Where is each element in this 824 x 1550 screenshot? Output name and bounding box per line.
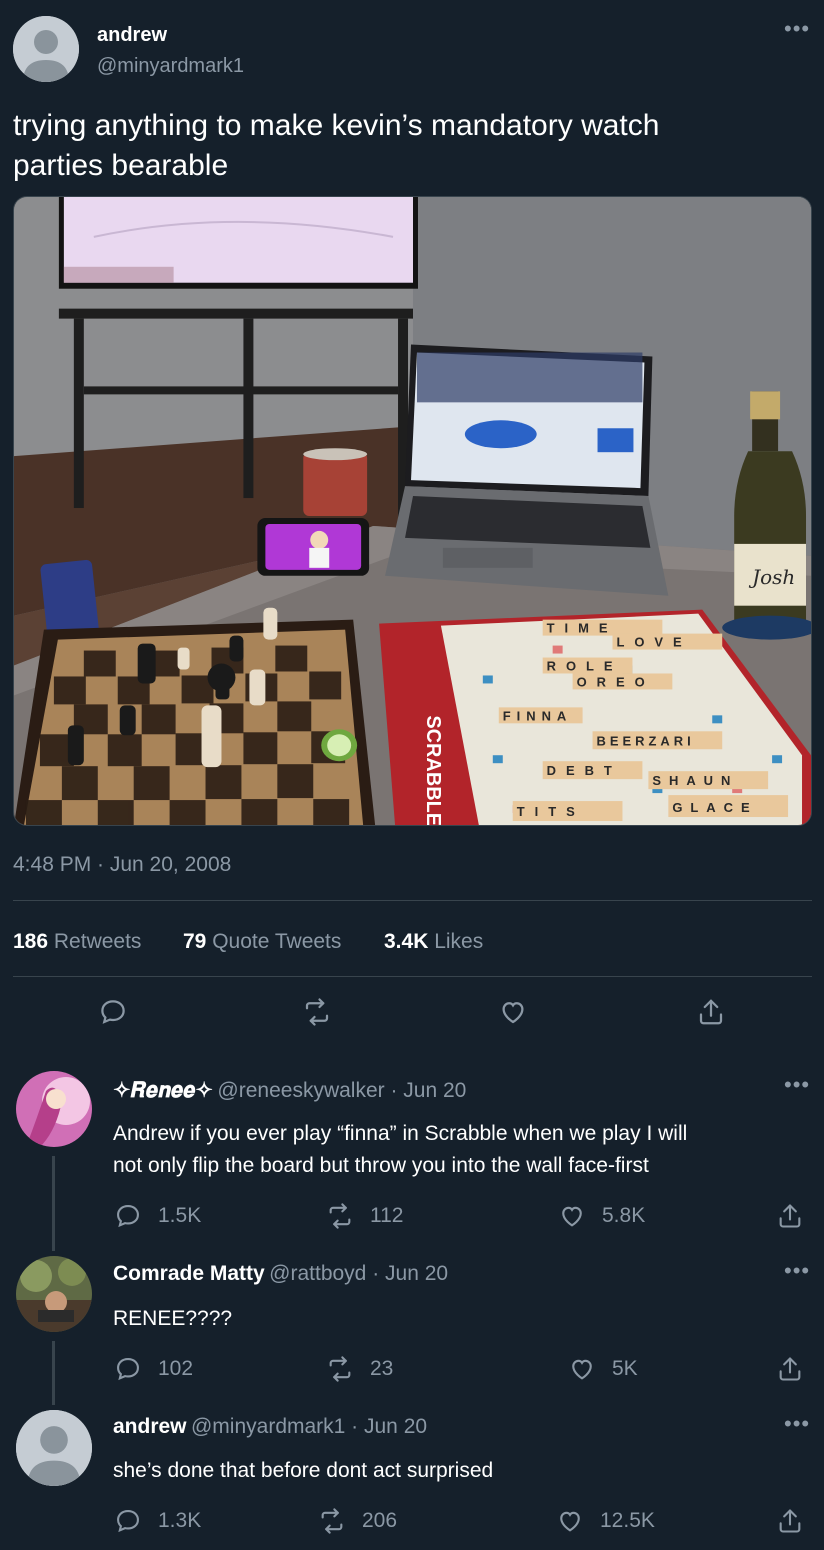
author-handle[interactable]: @minyardmark1 bbox=[97, 55, 244, 78]
reply-count: 1.3K bbox=[158, 1509, 202, 1532]
author-name[interactable]: andrew bbox=[97, 24, 167, 47]
tweet-photo[interactable]: Josh SCRABBLE TIME LOVE ROLE FINNA OREO … bbox=[13, 196, 812, 826]
more-dots-icon[interactable]: ••• bbox=[784, 1413, 810, 1435]
scrabble-word: TIME bbox=[547, 621, 618, 636]
quote-tweets-label: Quote Tweets bbox=[212, 930, 342, 953]
reply-author-meta[interactable]: @reneeskywalker · Jun 20 bbox=[217, 1079, 466, 1102]
share-button[interactable] bbox=[776, 1202, 804, 1230]
thread-line bbox=[52, 1156, 55, 1251]
reply-text-line: RENEE???? bbox=[113, 1307, 233, 1330]
like-button[interactable]: 5K bbox=[568, 1355, 638, 1383]
tweet-text: trying anything to make kevin’s mandator… bbox=[13, 106, 803, 186]
share-button[interactable] bbox=[776, 1507, 804, 1535]
scrabble-word: SHAUN bbox=[652, 773, 738, 788]
like-button[interactable]: 5.8K bbox=[558, 1202, 645, 1230]
reply-icon bbox=[117, 1358, 139, 1381]
retweet-button[interactable]: 112 bbox=[326, 1202, 403, 1230]
reply-button[interactable]: 102 bbox=[114, 1355, 193, 1383]
share-icon bbox=[779, 1509, 801, 1533]
scrabble-word: LOVE bbox=[616, 635, 691, 650]
reply-author-meta[interactable]: @minyardmark1 · Jun 20 bbox=[191, 1415, 427, 1438]
reply-text: Andrew if you ever play “finna” in Scrab… bbox=[113, 1118, 813, 1182]
reply-button[interactable]: 1.5K bbox=[114, 1202, 201, 1230]
more-dots-icon[interactable]: ••• bbox=[784, 18, 810, 40]
likes-stat[interactable]: 3.4K Likes bbox=[384, 930, 483, 954]
reply-text-line: Andrew if you ever play “finna” in Scrab… bbox=[113, 1122, 688, 1145]
scrabble-word: FINNA bbox=[503, 708, 573, 723]
scrabble-word: ROLE bbox=[547, 658, 623, 673]
reply-avatar[interactable] bbox=[16, 1071, 92, 1147]
share-icon[interactable] bbox=[696, 997, 726, 1027]
scrabble-word: DEBT bbox=[547, 763, 622, 778]
reply-author-name[interactable]: ✧𝑹𝒆𝒏𝒆𝒆✧ bbox=[113, 1077, 213, 1102]
retweet-icon bbox=[329, 1203, 351, 1229]
tweet-timestamp[interactable]: 4:48 PM · Jun 20, 2008 bbox=[13, 853, 231, 877]
tweet-text-line: parties bearable bbox=[13, 149, 229, 182]
divider bbox=[13, 900, 812, 901]
reply-text-line: not only flip the board but throw you in… bbox=[113, 1154, 649, 1177]
like-button[interactable]: 12.5K bbox=[556, 1507, 655, 1535]
reply-text: RENEE???? bbox=[113, 1303, 813, 1335]
quote-tweets-count: 79 bbox=[183, 930, 207, 953]
retweet-count: 23 bbox=[370, 1357, 394, 1380]
tweet-text-line: trying anything to make kevin’s mandator… bbox=[13, 109, 660, 142]
retweets-count: 186 bbox=[13, 930, 49, 953]
share-icon bbox=[779, 1204, 801, 1228]
retweet-button[interactable]: 23 bbox=[326, 1355, 393, 1383]
scrabble-logo: SCRABBLE bbox=[422, 715, 444, 825]
reply-count: 102 bbox=[158, 1357, 194, 1380]
reply-icon[interactable] bbox=[98, 997, 128, 1027]
likes-label: Likes bbox=[434, 930, 484, 953]
reply-text-line: she’s done that before dont act surprise… bbox=[113, 1459, 494, 1482]
reply-icon bbox=[117, 1510, 139, 1533]
reply-author-name[interactable]: Comrade Matty bbox=[113, 1262, 265, 1285]
reply-header: ✧𝑹𝒆𝒏𝒆𝒆✧ @reneeskywalker · Jun 20 bbox=[113, 1077, 466, 1103]
like-icon bbox=[572, 1359, 592, 1380]
reply-header: Comrade Matty @rattboyd · Jun 20 bbox=[113, 1262, 448, 1286]
like-count: 5.8K bbox=[602, 1204, 646, 1227]
reply-author-name[interactable]: andrew bbox=[113, 1415, 187, 1438]
retweets-stat[interactable]: 186 Retweets bbox=[13, 930, 141, 954]
thread-line bbox=[52, 1341, 55, 1405]
more-dots-icon[interactable]: ••• bbox=[784, 1260, 810, 1282]
share-icon bbox=[779, 1357, 801, 1381]
retweet-icon bbox=[321, 1508, 343, 1534]
author-avatar[interactable] bbox=[13, 16, 79, 82]
retweet-icon[interactable] bbox=[302, 997, 332, 1027]
reply-icon bbox=[117, 1205, 139, 1228]
share-button[interactable] bbox=[776, 1355, 804, 1383]
reply-header: andrew @minyardmark1 · Jun 20 bbox=[113, 1415, 427, 1439]
reply-avatar[interactable] bbox=[16, 1256, 92, 1332]
wine-label: Josh bbox=[748, 565, 795, 589]
reply-avatar[interactable] bbox=[16, 1410, 92, 1486]
more-dots-icon[interactable]: ••• bbox=[784, 1074, 810, 1096]
like-count: 12.5K bbox=[600, 1509, 655, 1532]
retweet-count: 206 bbox=[362, 1509, 398, 1532]
scrabble-word: GLACE bbox=[672, 800, 757, 815]
scrabble-word: TITS bbox=[517, 804, 585, 819]
retweets-label: Retweets bbox=[53, 930, 142, 953]
like-icon[interactable] bbox=[498, 997, 528, 1027]
reply-count: 1.5K bbox=[158, 1204, 202, 1227]
quote-tweets-stat[interactable]: 79 Quote Tweets bbox=[183, 930, 341, 954]
likes-count: 3.4K bbox=[384, 930, 429, 953]
like-count: 5K bbox=[612, 1357, 638, 1380]
reply-author-meta[interactable]: @rattboyd · Jun 20 bbox=[269, 1262, 448, 1285]
like-icon bbox=[562, 1206, 582, 1227]
like-icon bbox=[560, 1511, 580, 1532]
retweet-icon bbox=[329, 1356, 351, 1382]
scrabble-word: OREO bbox=[577, 674, 655, 689]
reply-text: she’s done that before dont act surprise… bbox=[113, 1455, 813, 1487]
retweet-button[interactable]: 206 bbox=[318, 1507, 397, 1535]
scrabble-word: BEERZARI bbox=[597, 733, 695, 748]
retweet-count: 112 bbox=[370, 1204, 404, 1227]
divider bbox=[13, 976, 812, 977]
reply-button[interactable]: 1.3K bbox=[114, 1507, 201, 1535]
